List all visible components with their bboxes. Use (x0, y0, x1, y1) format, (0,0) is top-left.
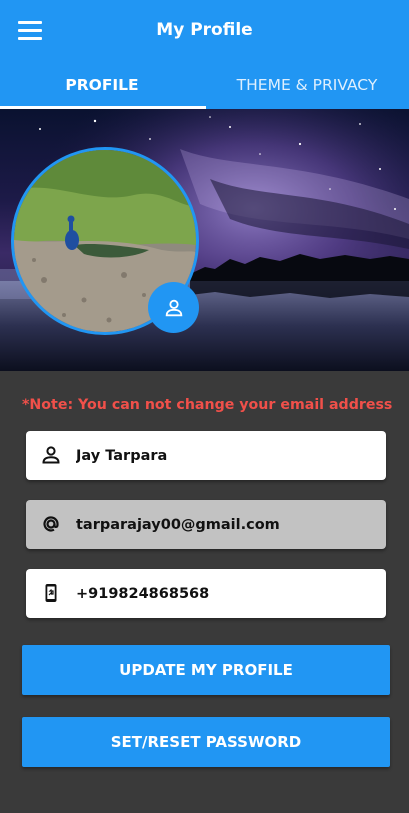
email-input (76, 500, 376, 549)
name-field[interactable] (26, 431, 386, 480)
update-profile-button[interactable]: UPDATE MY PROFILE (22, 645, 390, 695)
page-title: My Profile (156, 20, 253, 40)
at-sign-icon (43, 516, 59, 532)
tab-bar: PROFILE THEME & PRIVACY (0, 60, 409, 109)
name-input[interactable] (76, 431, 376, 480)
phone-icon (45, 584, 57, 602)
phone-input[interactable] (76, 569, 376, 618)
change-avatar-button[interactable] (148, 282, 199, 333)
person-icon (165, 299, 182, 316)
reset-password-button[interactable]: SET/RESET PASSWORD (22, 717, 390, 767)
tab-profile[interactable]: PROFILE (0, 60, 204, 109)
phone-field[interactable] (26, 569, 386, 618)
person-icon (42, 446, 60, 464)
email-field (26, 500, 386, 549)
tab-theme-privacy[interactable]: THEME & PRIVACY (205, 60, 409, 109)
email-note: *Note: You can not change your email add… (22, 397, 393, 413)
app-bar: My Profile PROFILE THEME & PRIVACY (0, 0, 409, 109)
